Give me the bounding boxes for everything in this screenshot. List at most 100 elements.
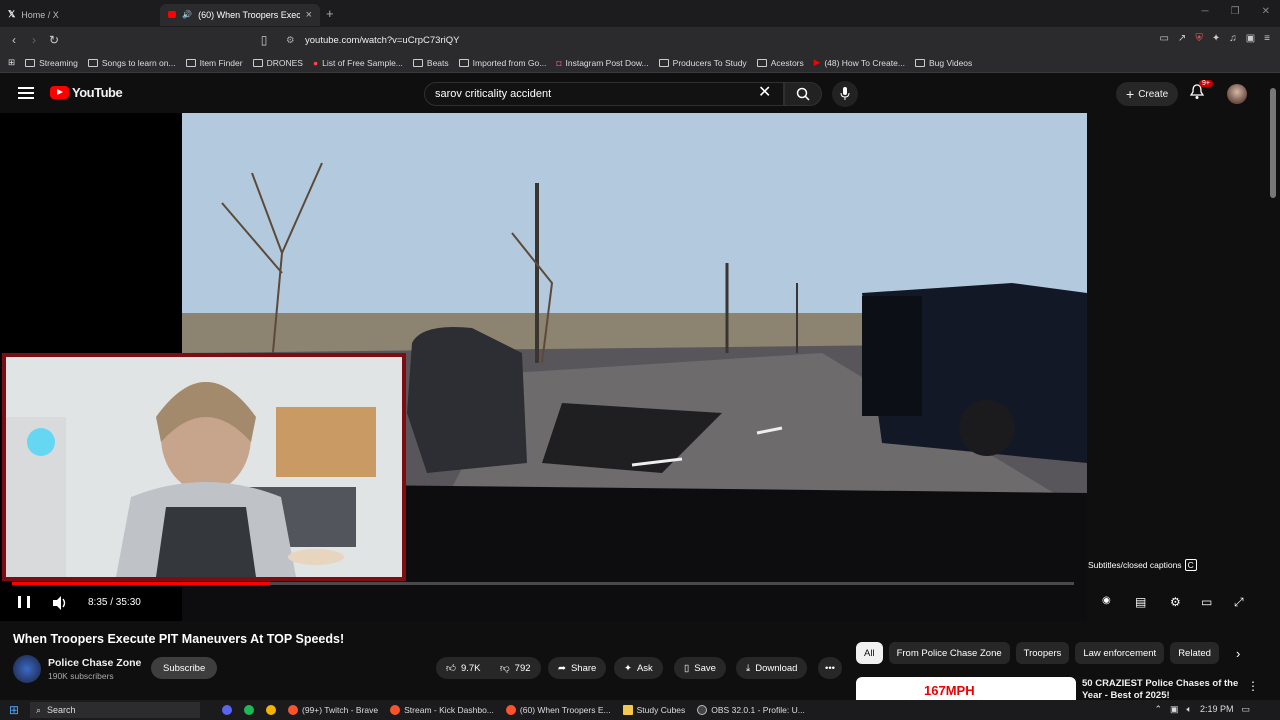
- scrollbar-thumb[interactable]: [1270, 88, 1276, 198]
- dislike-button[interactable]: 👎︎ 792: [490, 657, 541, 679]
- channel-name[interactable]: Police Chase Zone: [48, 657, 141, 669]
- network-icon[interactable]: ▣: [1170, 704, 1179, 715]
- tab-x[interactable]: 𝕏 Home / X: [0, 4, 160, 26]
- speaker-icon: 🔊: [182, 10, 193, 19]
- bookmark-item[interactable]: Item Finder: [185, 58, 243, 68]
- tab-youtube[interactable]: 🔊 (60) When Troopers Execute P ×: [160, 3, 320, 26]
- sparkle-icon: ✦: [624, 662, 632, 674]
- forward-icon[interactable]: ›: [24, 33, 44, 47]
- close-tab-icon[interactable]: ×: [306, 9, 312, 21]
- progress-bar[interactable]: [12, 582, 1074, 585]
- menu-icon[interactable]: [18, 87, 34, 99]
- maximize-icon[interactable]: ❐: [1231, 6, 1240, 17]
- cast-icon[interactable]: ▭: [1159, 33, 1168, 44]
- more-actions-button[interactable]: •••: [818, 657, 842, 679]
- taskbar-item[interactable]: OBS 32.0.1 - Profile: U...: [691, 700, 811, 720]
- bookmark-item[interactable]: Producers To Study: [658, 58, 747, 68]
- system-tray: ⌃ ▣ 🔈︎ 2:19 PM ▭: [1154, 704, 1250, 715]
- chip-related[interactable]: Related: [1170, 642, 1219, 664]
- youtube-logo[interactable]: YouTube: [50, 85, 123, 100]
- bookmark-icon[interactable]: ▯: [254, 33, 274, 47]
- video-player[interactable]: [0, 113, 1087, 621]
- fullscreen-icon[interactable]: ⤢: [1234, 595, 1244, 610]
- tray-chevron-icon[interactable]: ⌃: [1154, 704, 1162, 715]
- voice-search-button[interactable]: [832, 81, 858, 107]
- url-text: youtube.com/watch?v=uCrpC73riQY: [305, 34, 460, 46]
- back-icon[interactable]: ‹: [4, 33, 24, 47]
- save-button[interactable]: ▯ Save: [674, 657, 726, 679]
- theater-mode-icon[interactable]: ▭: [1201, 595, 1212, 609]
- taskbar-item[interactable]: Study Cubes: [617, 700, 692, 720]
- taskbar-item[interactable]: Stream - Kick Dashbo...: [384, 700, 500, 720]
- url-field[interactable]: ⚙ youtube.com/watch?v=uCrpC73riQY: [280, 30, 1000, 50]
- recommendation-thumbnail[interactable]: 167MPH: [856, 677, 1076, 700]
- music-icon[interactable]: ♫: [1229, 33, 1237, 44]
- autoplay-toggle[interactable]: ◉: [1102, 595, 1111, 606]
- windows-start-icon[interactable]: ⊞: [4, 703, 24, 717]
- taskbar-item[interactable]: (60) When Troopers E...: [500, 700, 617, 720]
- settings-gear-icon[interactable]: ⚙: [1170, 595, 1181, 609]
- tab-label: (60) When Troopers Execute P: [198, 9, 300, 20]
- create-button[interactable]: + Create: [1116, 82, 1179, 106]
- share-icon[interactable]: ↗: [1178, 33, 1186, 44]
- bookmark-item[interactable]: ▶ (48) How To Create...: [814, 57, 905, 68]
- bookmark-item[interactable]: Streaming: [25, 58, 78, 68]
- close-window-icon[interactable]: ✕: [1262, 6, 1270, 17]
- chip-law-enforcement[interactable]: Law enforcement: [1075, 642, 1165, 664]
- minimize-icon[interactable]: ─: [1202, 6, 1209, 17]
- new-tab-button[interactable]: +: [326, 6, 334, 21]
- thumbs-down-icon: 👎︎: [500, 663, 510, 674]
- search-input[interactable]: sarov criticality accident: [424, 82, 784, 106]
- reload-icon[interactable]: ↻: [44, 33, 64, 47]
- bookmark-item[interactable]: Acestors: [756, 58, 804, 68]
- notification-badge: 9+: [1199, 80, 1213, 87]
- chip-troopers[interactable]: Troopers: [1015, 642, 1070, 664]
- volume-tray-icon[interactable]: 🔈︎: [1187, 704, 1192, 715]
- account-avatar[interactable]: [1227, 84, 1247, 104]
- volume-icon[interactable]: [52, 596, 68, 610]
- search-button[interactable]: [784, 82, 822, 106]
- bookmark-item[interactable]: Bug Videos: [914, 58, 972, 68]
- bookmark-item[interactable]: DRONES: [252, 58, 303, 68]
- chevron-right-icon[interactable]: ›: [1236, 646, 1240, 661]
- bookmark-item[interactable]: ● List of Free Sample...: [313, 58, 403, 68]
- time-display: 8:35 / 35:30: [88, 597, 141, 608]
- subscribe-button[interactable]: Subscribe: [151, 657, 218, 679]
- page-scrollbar[interactable]: [1270, 76, 1276, 696]
- clear-search-icon[interactable]: ✕: [758, 82, 771, 104]
- folder-icon: [658, 58, 669, 67]
- brave-shield-icon[interactable]: ⛨: [1195, 33, 1203, 44]
- pause-button[interactable]: [18, 596, 30, 608]
- chip-from-channel[interactable]: From Police Chase Zone: [888, 642, 1010, 664]
- bookmark-item[interactable]: ◘ Instagram Post Dow...: [556, 58, 648, 68]
- spotify-icon[interactable]: [238, 700, 260, 720]
- wallet-icon[interactable]: ▣: [1246, 33, 1255, 44]
- chrome-icon[interactable]: [260, 700, 282, 720]
- channel-avatar[interactable]: [13, 655, 41, 683]
- progress-fill: [12, 582, 269, 585]
- youtube-icon: ▶: [813, 57, 821, 67]
- chip-all[interactable]: All: [856, 642, 883, 664]
- kebab-menu-icon[interactable]: ⋮: [1247, 679, 1259, 693]
- folder-icon: [756, 58, 767, 67]
- extensions-icon[interactable]: ✦: [1212, 33, 1220, 44]
- bookmark-item[interactable]: Imported from Go...: [458, 58, 546, 68]
- notification-center-icon[interactable]: ▭: [1241, 704, 1250, 715]
- download-button[interactable]: ⤓ Download: [736, 657, 808, 679]
- taskbar-search[interactable]: ⌕ Search: [30, 702, 200, 718]
- youtube-play-icon: [50, 86, 69, 99]
- taskbar-item[interactable]: (99+) Twitch - Brave: [282, 700, 384, 720]
- bookmark-item[interactable]: Beats: [412, 58, 449, 68]
- ask-button[interactable]: ✦ Ask: [614, 657, 663, 679]
- menu-icon[interactable]: ≡: [1264, 33, 1270, 44]
- apps-icon[interactable]: ⊞: [8, 57, 15, 68]
- clock[interactable]: 2:19 PM: [1200, 704, 1234, 715]
- recommendation-title[interactable]: 50 CRAZIEST Police Chases of the Year - …: [1082, 678, 1242, 702]
- discord-icon[interactable]: [216, 700, 238, 720]
- share-button[interactable]: ➦ Share: [548, 657, 607, 679]
- site-info-icon[interactable]: ⚙: [286, 35, 295, 46]
- folder-icon: [458, 58, 469, 67]
- bookmark-item[interactable]: Songs to learn on...: [87, 58, 176, 68]
- subtitles-icon[interactable]: ▤: [1135, 595, 1146, 609]
- like-button[interactable]: 👍︎ 9.7K: [436, 657, 491, 679]
